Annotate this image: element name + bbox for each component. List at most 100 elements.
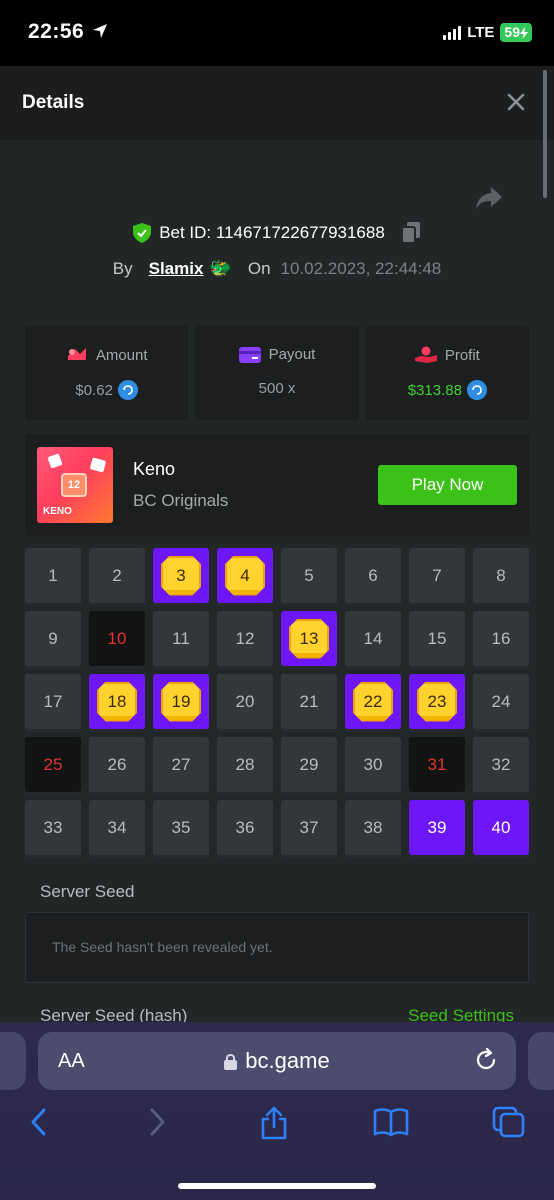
stat-label: Profit <box>444 346 480 364</box>
address-bar[interactable]: AA bc.game <box>38 1032 516 1090</box>
keno-cell-37: 37 <box>281 800 337 855</box>
gem-hit-icon: 3 <box>161 555 201 596</box>
status-indicators: LTE 59 <box>443 23 532 42</box>
bet-stats: Amount $0.62 Payout 500 x Profit $313.88 <box>25 326 529 420</box>
game-name: Keno <box>133 459 176 479</box>
signal-icon <box>443 25 462 40</box>
keno-cell-25: 25 <box>25 737 81 792</box>
gem-hit-icon: 18 <box>97 681 137 722</box>
keno-thumbnail[interactable]: 12 KENO <box>37 447 113 523</box>
lock-icon <box>224 1053 238 1070</box>
currency-coin-icon <box>117 380 138 400</box>
bet-date: 10.02.2023, 22:44:48 <box>280 258 442 278</box>
keno-cell-39: 39 <box>409 800 465 855</box>
keno-cell-28: 28 <box>217 737 273 792</box>
stat-value: $313.88 <box>407 381 462 399</box>
keno-cell-22: 22 <box>345 674 401 729</box>
page-title: Details <box>22 92 85 113</box>
server-seed-message: The Seed hasn't been revealed yet. <box>52 939 273 955</box>
keno-cell-33: 33 <box>25 800 81 855</box>
keno-cell-11: 11 <box>153 611 209 666</box>
bookmarks-icon[interactable] <box>373 1106 409 1138</box>
network-type: LTE <box>467 24 495 41</box>
home-indicator[interactable] <box>178 1183 376 1189</box>
stat-value: 500 x <box>258 380 296 397</box>
keno-cell-38: 38 <box>345 800 401 855</box>
status-time: 22:56 <box>28 20 85 43</box>
keno-cell-6: 6 <box>345 548 401 603</box>
next-tab-peek[interactable] <box>528 1032 554 1090</box>
stat-value: $0.62 <box>75 381 113 399</box>
username-link[interactable]: Slamix <box>149 259 204 279</box>
browser-toolbar <box>0 1106 554 1146</box>
keno-cell-31: 31 <box>409 737 465 792</box>
keno-cell-2: 2 <box>89 548 145 603</box>
stat-payout: Payout 500 x <box>195 326 359 420</box>
tabs-icon[interactable] <box>492 1106 526 1138</box>
sheet-header: Details <box>0 66 554 140</box>
currency-coin-icon <box>466 380 487 400</box>
stat-label: Amount <box>95 346 148 364</box>
keno-cell-35: 35 <box>153 800 209 855</box>
thumb-label: KENO <box>43 506 72 517</box>
bet-id-row: Bet ID: 114671722677931688 <box>0 222 554 244</box>
details-sheet: Details Bet ID: 114671722677931688 By Sl… <box>0 66 554 1026</box>
keno-cell-14: 14 <box>345 611 401 666</box>
close-icon[interactable] <box>504 90 528 114</box>
stat-label: Payout <box>268 346 316 363</box>
battery-icon: 59 <box>500 23 532 42</box>
stat-profit: Profit $313.88 <box>365 326 529 420</box>
keno-cell-8: 8 <box>473 548 529 603</box>
keno-cell-23: 23 <box>409 674 465 729</box>
keno-cell-40: 40 <box>473 800 529 855</box>
previous-tab-peek[interactable] <box>0 1032 26 1090</box>
keno-cell-15: 15 <box>409 611 465 666</box>
back-icon[interactable] <box>28 1106 50 1138</box>
url-text: bc.game <box>245 1048 330 1073</box>
play-now-button[interactable]: Play Now <box>378 465 517 505</box>
keno-cell-19: 19 <box>153 674 209 729</box>
keno-cell-21: 21 <box>281 674 337 729</box>
server-seed-label: Server Seed <box>40 882 135 901</box>
url-display[interactable]: bc.game <box>38 1048 516 1074</box>
gem-hit-icon: 19 <box>161 681 201 722</box>
keno-cell-3: 3 <box>153 548 209 603</box>
share-sheet-icon[interactable] <box>259 1106 289 1140</box>
hand-coin-icon <box>414 346 437 363</box>
game-provider: BC Originals <box>133 491 229 510</box>
status-bar: 22:56 LTE 59 <box>0 0 554 66</box>
keno-cell-5: 5 <box>281 548 337 603</box>
keno-cell-36: 36 <box>217 800 273 855</box>
keno-cell-32: 32 <box>473 737 529 792</box>
location-arrow-icon <box>93 24 107 38</box>
reload-icon[interactable] <box>474 1048 498 1072</box>
keno-cell-10: 10 <box>89 611 145 666</box>
keno-cell-7: 7 <box>409 548 465 603</box>
keno-cell-1: 1 <box>25 548 81 603</box>
by-label: By <box>112 258 133 278</box>
keno-cell-20: 20 <box>217 674 273 729</box>
scrollbar[interactable] <box>543 70 547 198</box>
copy-icon[interactable] <box>400 222 421 244</box>
bet-id: Bet ID: 114671722677931688 <box>159 223 385 242</box>
on-label: On <box>247 258 271 278</box>
gem-hit-icon: 23 <box>417 681 457 722</box>
keno-cell-30: 30 <box>345 737 401 792</box>
keno-cell-16: 16 <box>473 611 529 666</box>
wallet-card-icon <box>238 346 261 363</box>
share-icon[interactable] <box>474 184 504 212</box>
die-icon <box>47 453 63 469</box>
game-card: 12 KENO Keno BC Originals Play Now <box>25 434 529 536</box>
stat-amount: Amount $0.62 <box>25 326 189 420</box>
thumb-number: 12 <box>61 473 87 497</box>
gem-hit-icon: 22 <box>353 681 393 722</box>
gem-hit-icon: 13 <box>289 618 329 659</box>
keno-cell-13: 13 <box>281 611 337 666</box>
die-icon <box>89 457 107 473</box>
forward-icon[interactable] <box>146 1106 168 1138</box>
shield-check-icon <box>133 223 152 243</box>
keno-cell-4: 4 <box>217 548 273 603</box>
battery-level: 59 <box>504 24 520 40</box>
keno-cell-24: 24 <box>473 674 529 729</box>
server-seed-box: The Seed hasn't been revealed yet. <box>25 912 529 983</box>
